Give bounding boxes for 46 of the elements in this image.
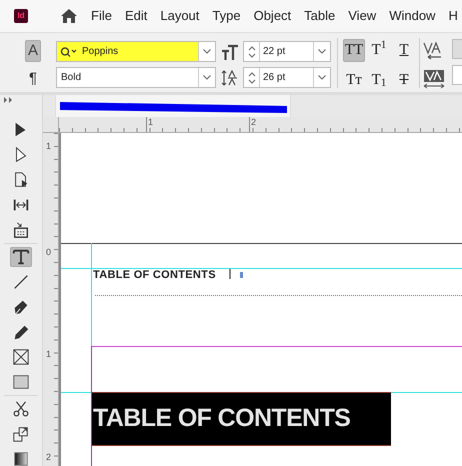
ruler-label: 2 xyxy=(45,452,52,462)
ruler-label: 1 xyxy=(146,117,154,132)
character-mode-button[interactable]: A xyxy=(25,40,41,62)
stepper-icon[interactable] xyxy=(248,72,256,84)
small-caps-button[interactable]: Tᴛ xyxy=(343,68,365,92)
font-size-icon xyxy=(221,42,239,60)
font-family-field[interactable]: Poppins xyxy=(56,41,216,62)
menu-item[interactable]: Edit xyxy=(124,6,148,26)
menu-item[interactable]: Object xyxy=(254,6,292,26)
menu-item[interactable]: Layout xyxy=(160,6,200,26)
leading-field[interactable]: 26 pt xyxy=(243,67,331,88)
tracking-icon xyxy=(423,69,445,89)
chevron-down-icon[interactable] xyxy=(318,49,326,54)
home-icon[interactable] xyxy=(60,8,78,24)
chevron-down-icon[interactable] xyxy=(318,75,326,80)
document-tab[interactable] xyxy=(55,95,291,117)
strikethrough-button[interactable]: T xyxy=(393,68,415,92)
menu-item[interactable]: Table xyxy=(304,6,336,26)
text-cursor-icon xyxy=(229,268,245,280)
app-logo: Id xyxy=(14,9,28,23)
font-style-value: Bold xyxy=(61,71,82,85)
underline-button[interactable]: T xyxy=(393,39,415,62)
chevron-down-icon[interactable] xyxy=(203,75,211,80)
leading-icon xyxy=(221,68,239,86)
menu-item[interactable]: Type xyxy=(212,6,241,26)
menu-item[interactable]: Window xyxy=(389,6,436,26)
subscript-button[interactable]: T$_{1}$ xyxy=(368,68,390,92)
ruler-label: 0 xyxy=(45,247,52,257)
ruler-label: 1 xyxy=(45,141,52,151)
paragraph-mode-button[interactable]: ¶ xyxy=(25,68,41,90)
menu-item[interactable]: View xyxy=(348,6,376,26)
chevron-down-icon[interactable] xyxy=(203,49,211,54)
toc-heading: TABLE OF CONTENTS xyxy=(93,268,216,283)
menu-item[interactable]: H xyxy=(448,6,458,26)
expand-icon[interactable] xyxy=(4,97,14,103)
menu-item[interactable]: File xyxy=(91,6,112,26)
all-caps-button[interactable]: TT xyxy=(343,39,365,62)
font-size-field[interactable]: 22 pt xyxy=(243,41,331,62)
ruler-label: 2 xyxy=(249,117,256,132)
font-style-field[interactable]: Bold xyxy=(56,67,216,88)
banner-heading: TABLE OF CONTENTS xyxy=(93,403,350,434)
stepper-icon[interactable] xyxy=(248,46,256,58)
search-icon xyxy=(60,46,78,56)
ruler-label: 1 xyxy=(45,349,52,359)
font-family-value: Poppins xyxy=(82,45,118,59)
superscript-button[interactable]: T$^{1}$ xyxy=(368,39,390,62)
